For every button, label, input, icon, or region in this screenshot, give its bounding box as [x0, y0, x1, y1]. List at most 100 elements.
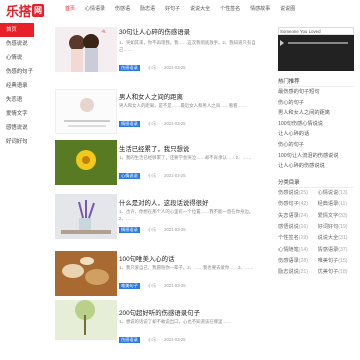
nav-item[interactable]: 情感故事 [245, 0, 275, 18]
nav-item[interactable]: 说说大全 [185, 0, 215, 18]
article-item[interactable]: 100句唯美入心的话 1、我只爱自己，我愿陪你一辈子。2、……我也要去爱你……3… [119, 254, 265, 294]
category-item[interactable]: 心情说说(13) [318, 188, 355, 199]
left-nav-item[interactable]: 爱情文字 [0, 107, 34, 121]
category-item[interactable]: 伤感句子(42) [278, 199, 315, 210]
hot-item[interactable]: 最伤感的句子短句 [278, 87, 354, 98]
article-meta: 情感语录 小乐 2021-03-25 [119, 227, 186, 233]
category-count: (15) [338, 258, 348, 265]
article-meta: 情感语录 小乐 2021-03-25 [119, 121, 186, 127]
anime-couple-image [55, 27, 117, 72]
nav-item[interactable]: 伤感语 [110, 0, 135, 18]
article-author: 小乐 [147, 121, 157, 126]
hot-item[interactable]: 让人心碎的话 [278, 129, 354, 140]
right-sidebar: Someone You Loved 热门推荐 最伤感的句子短句 伤心的句子 男人… [278, 27, 354, 279]
left-nav-item[interactable]: 经典语录 [0, 79, 34, 93]
article-tag[interactable]: 伤感语录 [119, 337, 140, 343]
category-name: 唯美句子 [317, 258, 339, 265]
category-count: (11) [338, 201, 348, 208]
main-nav: 首页 心情语录 伤感语 励志语 好句子 说说大全 个性签名 情感故事 说说图 [60, 0, 300, 18]
hot-item[interactable]: 伤心的句子 [278, 98, 354, 109]
article-item[interactable]: 200句超好听的伤感语录句子 1、想说的话说了却不敢说出口，心也不知道该在哪里…… [119, 308, 265, 348]
article-title[interactable]: 什么是对的人，这段话说得很好 [119, 198, 208, 207]
category-count: (21) [298, 269, 308, 276]
left-nav-item[interactable]: 伤感的句子 [0, 65, 34, 79]
nav-item[interactable]: 首页 [60, 0, 80, 18]
article-title[interactable]: 男人和女人之间的距离 [119, 92, 183, 101]
logo-text: 乐搭 [6, 5, 32, 20]
category-item[interactable]: 失恋语录(24) [278, 211, 315, 222]
category-count: (14) [298, 246, 308, 253]
article-thumbnail[interactable] [55, 89, 117, 134]
article-excerpt: 男人和女人的距离，是不是……最近女人和男人之间……看看…… [119, 103, 247, 108]
nav-item[interactable]: 说说图 [275, 0, 300, 18]
song-title: Someone You Loved [278, 27, 354, 35]
category-item[interactable]: 伤感语录(28) [278, 256, 315, 267]
category-item[interactable]: 爱情文字(33) [318, 211, 355, 222]
category-item[interactable]: 经典语录(11) [318, 199, 355, 210]
left-nav-item[interactable]: 伤感说说 [0, 37, 34, 51]
category-name: 伤感说说 [278, 189, 299, 196]
hot-item[interactable]: 让人心碎的伤感说说 [278, 161, 354, 172]
category-item[interactable]: 情感语录(37) [318, 245, 355, 256]
site-logo[interactable]: 乐搭 网 [6, 1, 45, 20]
article-title[interactable]: 100句唯美入心的话 [119, 254, 174, 263]
nav-item[interactable]: 个性签名 [215, 0, 245, 18]
hot-section-title: 热门推荐 [278, 77, 354, 87]
article-tag[interactable]: 伤感语录 [119, 65, 140, 71]
category-item[interactable]: 励志说说(21) [278, 267, 315, 278]
category-item[interactable]: 好词好句(19) [318, 222, 355, 233]
article-meta: 唯美句子 小乐 2021-03-25 [119, 283, 186, 289]
article-tag[interactable]: 心情说说 [119, 173, 140, 179]
category-count: (24) [298, 212, 308, 219]
article-title[interactable]: 生活已经累了，我只想说 [119, 144, 189, 153]
category-section-title: 分类目录 [278, 178, 354, 188]
yellow-flower-image [55, 140, 117, 185]
category-name: 个性签名 [278, 235, 299, 242]
left-nav-item[interactable]: 心情说 [0, 51, 34, 65]
hot-item[interactable]: 男人和女人之间的距离 [278, 108, 354, 119]
music-player[interactable]: Someone You Loved [278, 27, 354, 71]
article-date: 2021-03-25 [164, 337, 186, 342]
left-nav-item[interactable]: 首页 [0, 23, 34, 37]
article-thumbnail[interactable] [55, 251, 117, 296]
category-item[interactable]: 伤感说说(25) [278, 188, 315, 199]
article-thumbnail[interactable] [55, 194, 117, 239]
article-tag[interactable]: 情感语录 [119, 227, 140, 233]
category-name: 感悟说说 [278, 223, 299, 230]
article-title[interactable]: 30句让人心碎的伤感语录 [119, 27, 190, 36]
food-table-image [55, 251, 117, 296]
category-item[interactable]: 说说大全(31) [318, 233, 355, 244]
article-item[interactable]: 什么是对的人，这段话说得很好 1、也许，你想在那个人的心里有一个位置……我不能一… [119, 198, 265, 238]
article-date: 2021-03-25 [164, 173, 186, 178]
nav-item[interactable]: 好句子 [160, 0, 185, 18]
article-title[interactable]: 200句超好听的伤感语录句子 [119, 308, 200, 317]
article-thumbnail[interactable] [55, 140, 117, 185]
category-name: 伤感句子 [278, 201, 299, 208]
left-nav-item[interactable]: 感悟说说 [0, 121, 34, 135]
hot-item[interactable]: 伤心的句子 [278, 140, 354, 151]
category-item[interactable]: 个性签名(19) [278, 233, 315, 244]
hot-item[interactable]: 100句让人流泪的伤感说说 [278, 151, 354, 162]
nav-item[interactable]: 心情语录 [80, 0, 110, 18]
category-item[interactable]: 心情随笔(14) [278, 245, 315, 256]
category-item[interactable]: 感悟说说(16) [278, 222, 315, 233]
play-icon[interactable] [280, 40, 284, 46]
category-item[interactable]: 优美句子(18) [318, 267, 355, 278]
article-item[interactable]: 男人和女人之间的距离 男人和女人的距离，是不是……最近女人和男人之间……看看……… [119, 92, 265, 132]
article-tag[interactable]: 情感语录 [119, 121, 140, 127]
article-item[interactable]: 生活已经累了，我只想说 1、我的生活已经够累了，还要学会哭泣……却不肯承认……2… [119, 144, 265, 184]
article-tag[interactable]: 唯美句子 [119, 283, 140, 289]
article-item[interactable]: 30句让人心碎的伤感语录 1、突如其来，你不再理我，我……这次我彻底放手。2、我… [119, 27, 265, 83]
progress-bar[interactable] [288, 42, 348, 44]
article-excerpt: 1、我只爱自己，我愿陪你一辈子。2、……我也要去爱你……3、…… [119, 265, 254, 270]
article-author: 小乐 [147, 173, 157, 178]
article-thumbnail[interactable] [55, 300, 117, 340]
left-nav-item[interactable]: 失恋语 [0, 93, 34, 107]
article-thumbnail[interactable] [55, 27, 117, 72]
left-nav-item[interactable]: 好词好句 [0, 135, 34, 149]
category-name: 心情说说 [317, 189, 339, 196]
hot-item[interactable]: 100句伤感心情说说 [278, 119, 354, 130]
category-item[interactable]: 唯美句子(15) [318, 256, 355, 267]
category-count: (42) [298, 201, 308, 208]
nav-item[interactable]: 励志语 [135, 0, 160, 18]
